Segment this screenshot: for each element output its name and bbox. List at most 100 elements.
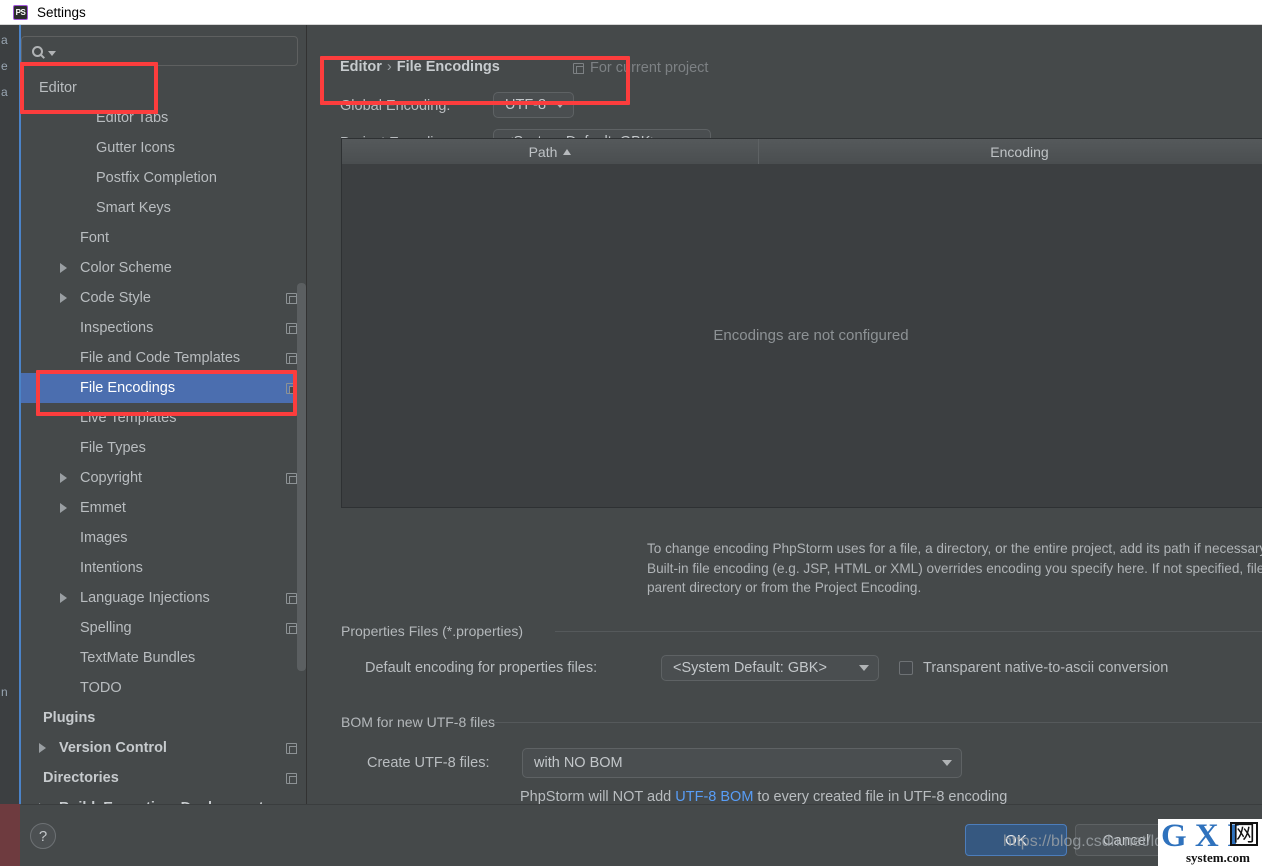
- sidebar-item-label: Spelling: [80, 620, 132, 636]
- bom-hint-text: PhpStorm will NOT add UTF-8 BOM to every…: [520, 789, 1007, 805]
- encodings-table: Path Encoding Encodings are not configur…: [341, 138, 1262, 508]
- table-body[interactable]: Encodings are not configured: [342, 164, 1262, 507]
- sidebar-item-directories[interactable]: Directories: [21, 763, 307, 793]
- column-header-path[interactable]: Path: [342, 139, 759, 164]
- default-properties-encoding-dropdown[interactable]: <System Default: GBK>: [661, 655, 879, 681]
- sidebar-item-version-control[interactable]: Version Control: [21, 733, 307, 763]
- sidebar-item-language-injections[interactable]: Language Injections: [21, 583, 307, 613]
- sidebar-item-label: Copyright: [80, 470, 143, 486]
- sidebar-item-build-execution-deployment[interactable]: Build, Execution, Deployment: [21, 793, 307, 804]
- sidebar-item-label: Images: [80, 530, 128, 546]
- expand-arrow-icon[interactable]: [60, 473, 67, 483]
- default-properties-encoding-label: Default encoding for properties files:: [365, 660, 598, 676]
- phpstorm-ps-icon: PS: [13, 4, 28, 20]
- sidebar-item-label: Code Style: [80, 290, 151, 306]
- expand-arrow-icon[interactable]: [60, 593, 67, 603]
- sidebar-item-label: Language Injections: [80, 590, 210, 606]
- expand-arrow-icon[interactable]: [39, 743, 46, 753]
- sidebar-item-label: TODO: [80, 680, 122, 696]
- sidebar-item-intentions[interactable]: Intentions: [21, 553, 307, 583]
- sidebar-item-label: Smart Keys: [96, 200, 171, 216]
- sidebar-item-label: Color Scheme: [80, 260, 172, 276]
- copy-settings-icon[interactable]: [286, 772, 297, 784]
- sidebar-item-label: File Types: [80, 440, 146, 456]
- watermark-logo: G X I 网 system.com: [1158, 819, 1262, 866]
- create-utf8-files-dropdown[interactable]: with NO BOM: [522, 748, 962, 778]
- sidebar-item-gutter-icons[interactable]: Gutter Icons: [21, 133, 307, 163]
- sidebar-item-color-scheme[interactable]: Color Scheme: [21, 253, 307, 283]
- encodings-description: To change encoding PhpStorm uses for a f…: [647, 541, 1262, 595]
- expand-arrow-icon[interactable]: [60, 503, 67, 513]
- sidebar-item-copyright[interactable]: Copyright: [21, 463, 307, 493]
- ide-bottom-strip: [0, 804, 20, 866]
- sidebar-item-smart-keys[interactable]: Smart Keys: [21, 193, 307, 223]
- sidebar-item-label: Plugins: [43, 710, 96, 726]
- sidebar-item-inspections[interactable]: Inspections: [21, 313, 307, 343]
- watermark-url: https://blog.csdn.net/lq: [1003, 833, 1164, 850]
- sidebar-item-font[interactable]: Font: [21, 223, 307, 253]
- sidebar-item-label: Inspections: [80, 320, 154, 336]
- settings-tree[interactable]: Editor Editor Tabs Gutter Icons Postfix Com…: [21, 73, 307, 804]
- help-button[interactable]: ?: [30, 823, 56, 849]
- sidebar-item-label: Gutter Icons: [96, 140, 175, 156]
- default-properties-encoding-value: <System Default: GBK>: [673, 660, 827, 676]
- copy-settings-icon[interactable]: [286, 472, 297, 484]
- transparent-native-to-ascii-row[interactable]: Transparent native-to-ascii conversion: [899, 660, 1168, 676]
- sidebar-item-label: Font: [80, 230, 110, 246]
- sidebar-item-code-style[interactable]: Code Style: [21, 283, 307, 313]
- expand-arrow-icon[interactable]: [60, 263, 67, 273]
- copy-settings-icon[interactable]: [286, 292, 297, 304]
- background-ide-sliver: a e a n: [0, 25, 20, 804]
- sidebar-item-label: TextMate Bundles: [80, 650, 196, 666]
- sidebar-item-label: File and Code Templates: [80, 350, 241, 366]
- copy-settings-icon[interactable]: [286, 742, 297, 754]
- table-header-row: Path Encoding: [342, 139, 1262, 164]
- settings-dialog-window: a e a n PS Settings Editor Editor Tabs Gut…: [0, 0, 1262, 866]
- transparent-native-to-ascii-label: Transparent native-to-ascii conversion: [923, 660, 1169, 676]
- annotation-box-editor: [20, 62, 158, 114]
- window-title: Settings: [37, 4, 86, 20]
- sidebar-item-label: Version Control: [59, 740, 167, 756]
- sidebar-item-file-types[interactable]: File Types: [21, 433, 307, 463]
- create-utf8-files-label: Create UTF-8 files:: [367, 755, 490, 771]
- sidebar-item-todo[interactable]: TODO: [21, 673, 307, 703]
- sidebar-item-postfix-completion[interactable]: Postfix Completion: [21, 163, 307, 193]
- copy-settings-icon[interactable]: [286, 352, 297, 364]
- copy-settings-icon[interactable]: [286, 622, 297, 634]
- transparent-native-to-ascii-checkbox[interactable]: [899, 661, 913, 675]
- copy-settings-icon[interactable]: [286, 592, 297, 604]
- sidebar-item-images[interactable]: Images: [21, 523, 307, 553]
- utf8-bom-link[interactable]: UTF-8 BOM: [675, 789, 753, 805]
- properties-section-title: Properties Files (*.properties): [341, 623, 532, 639]
- watermark-logo-sub: system.com: [1186, 850, 1250, 865]
- sidebar-item-label: Postfix Completion: [96, 170, 217, 186]
- column-header-encoding[interactable]: Encoding: [759, 139, 1262, 164]
- title-bar: PS Settings: [0, 0, 1262, 25]
- watermark-logo-kanji: 网: [1230, 822, 1259, 846]
- expand-arrow-icon[interactable]: [60, 293, 67, 303]
- copy-settings-icon[interactable]: [286, 322, 297, 334]
- create-utf8-files-value: with NO BOM: [534, 755, 623, 771]
- annotation-box-global-encoding: [320, 56, 630, 105]
- column-header-path-label: Path: [528, 143, 558, 160]
- sort-ascending-icon: [563, 148, 572, 155]
- bom-section-divider: [491, 722, 1262, 723]
- sidebar-item-file-and-code-templates[interactable]: File and Code Templates: [21, 343, 307, 373]
- sidebar-scrollbar[interactable]: [297, 283, 306, 671]
- sidebar-item-emmet[interactable]: Emmet: [21, 493, 307, 523]
- bom-section-title: BOM for new UTF-8 files: [341, 714, 504, 730]
- bom-hint-suffix: to every created file in UTF-8 encoding: [753, 789, 1008, 805]
- sidebar-item-label: Intentions: [80, 560, 143, 576]
- file-encodings-panel: Editor › File Encodings For current projec…: [307, 25, 1262, 805]
- sidebar-item-spelling[interactable]: Spelling: [21, 613, 307, 643]
- sidebar-item-label: Directories: [43, 770, 119, 786]
- annotation-box-file-encodings: [36, 370, 297, 416]
- sidebar-item-plugins[interactable]: Plugins: [21, 703, 307, 733]
- search-icon: [32, 45, 56, 57]
- column-header-encoding-label: Encoding: [990, 143, 1049, 160]
- sidebar-item-textmate-bundles[interactable]: TextMate Bundles: [21, 643, 307, 673]
- chevron-down-icon: [859, 665, 869, 671]
- chevron-down-icon: [942, 760, 952, 766]
- search-input[interactable]: [64, 43, 274, 59]
- bom-hint-prefix: PhpStorm will NOT add: [520, 789, 676, 805]
